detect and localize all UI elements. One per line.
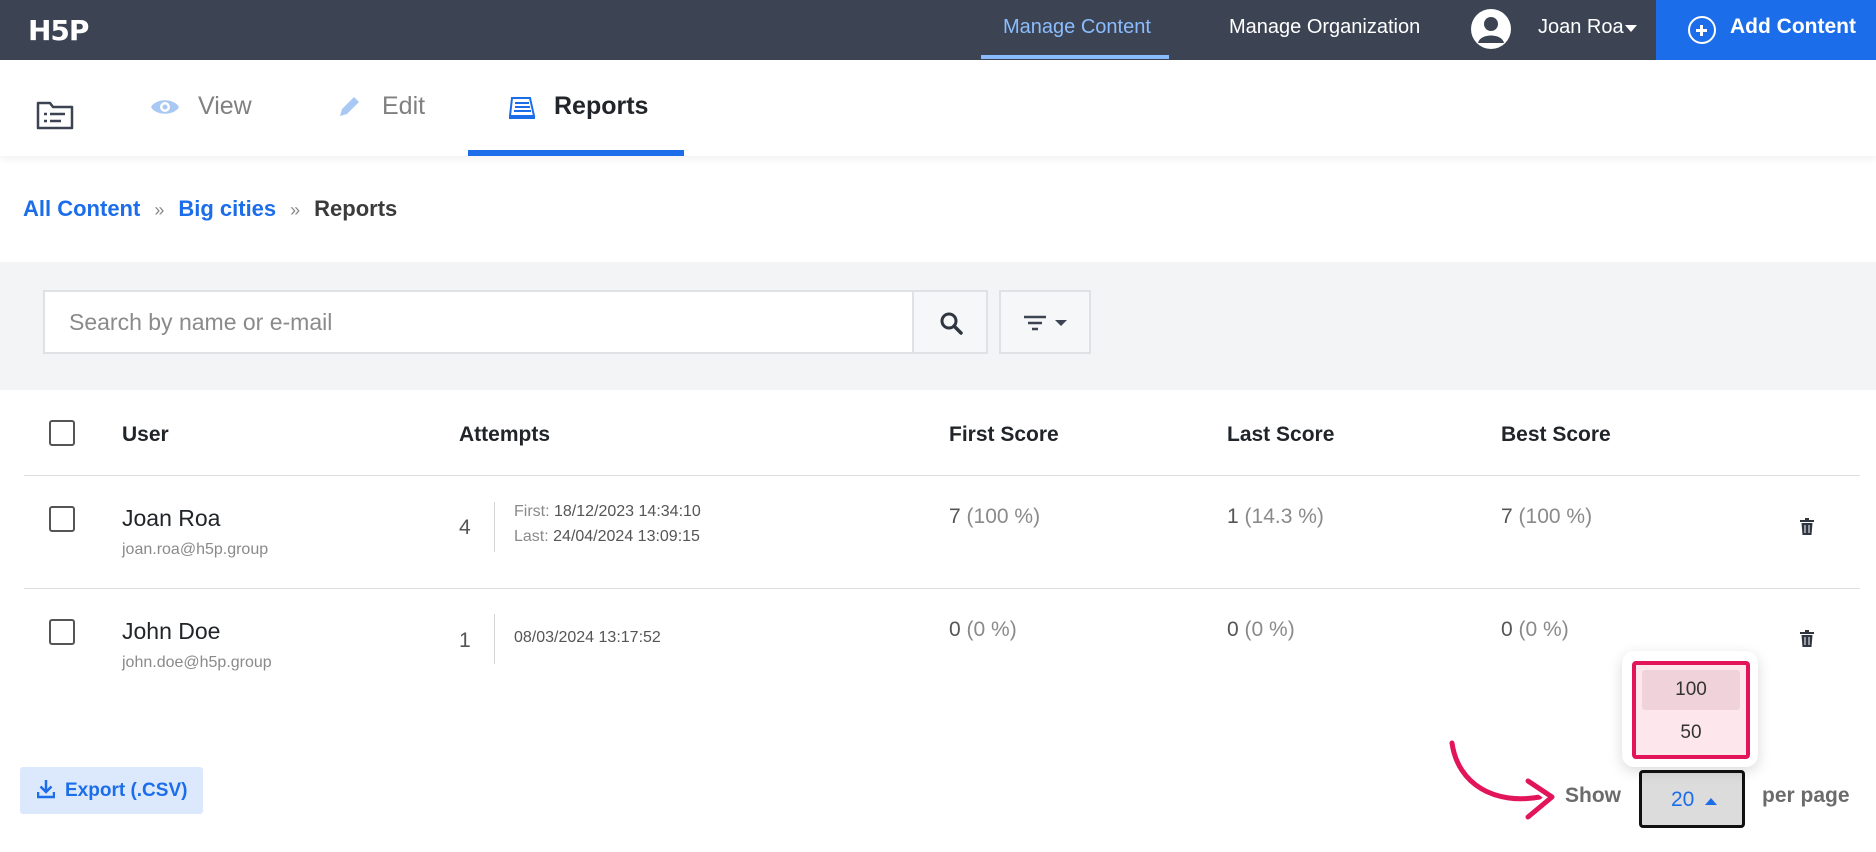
content-folder-icon[interactable] <box>36 98 74 130</box>
last-attempt-label: Last: <box>514 528 549 545</box>
user-name: John Doe <box>122 618 221 644</box>
row-checkbox[interactable] <box>49 619 75 645</box>
tab-active-indicator <box>468 150 684 156</box>
filter-button[interactable] <box>999 290 1091 354</box>
last-score-percent: (0 %) <box>1244 618 1295 641</box>
nav-active-indicator <box>981 55 1169 59</box>
last-attempt-date: Last: 24/04/2024 13:09:15 <box>514 528 700 546</box>
user-name: Joan Roa <box>122 505 221 531</box>
per-page-label: per page <box>1762 784 1850 807</box>
per-page-dropdown: 100 50 <box>1632 661 1750 759</box>
tab-reports-label: Reports <box>554 92 649 120</box>
breadcrumb-all-content[interactable]: All Content <box>23 196 140 221</box>
attempts-divider <box>494 502 495 552</box>
add-content-label: Add Content <box>1730 15 1856 38</box>
attempts-divider <box>494 614 495 664</box>
column-header-last-score: Last Score <box>1227 423 1335 446</box>
export-csv-label: Export (.CSV) <box>65 780 188 801</box>
per-page-option-50[interactable]: 50 <box>1642 713 1740 753</box>
best-score: 7 (100 %) <box>1501 505 1592 529</box>
per-page-select[interactable]: 20 <box>1639 770 1745 828</box>
trash-icon[interactable] <box>1800 518 1814 535</box>
plus-circle-icon <box>1688 16 1716 44</box>
row-divider <box>24 475 1860 476</box>
per-page-value: 20 <box>1671 788 1695 811</box>
caret-up-icon <box>1705 798 1717 805</box>
first-score-value: 0 <box>949 618 961 641</box>
first-score-percent: (100 %) <box>966 505 1041 528</box>
last-score-value: 0 <box>1227 618 1239 641</box>
tab-view[interactable]: View <box>150 60 270 156</box>
attempts-count: 1 <box>459 629 471 652</box>
nav-manage-content[interactable]: Manage Content <box>1003 0 1151 60</box>
avatar[interactable] <box>1471 9 1511 49</box>
per-page-option-100[interactable]: 100 <box>1642 670 1740 710</box>
first-attempt-label: First: <box>514 503 550 520</box>
tab-view-label: View <box>198 92 252 120</box>
search-input[interactable] <box>43 290 913 354</box>
row-divider <box>24 588 1860 589</box>
best-score-value: 0 <box>1501 618 1513 641</box>
user-email: john.doe@h5p.group <box>122 654 272 671</box>
first-attempt-value: 18/12/2023 14:34:10 <box>554 503 701 520</box>
breadcrumb-separator: » <box>290 200 301 220</box>
breadcrumb-big-cities[interactable]: Big cities <box>178 196 276 221</box>
select-all-checkbox[interactable] <box>49 420 75 446</box>
trash-icon[interactable] <box>1800 630 1814 647</box>
column-header-best-score: Best Score <box>1501 423 1611 446</box>
attempts-count: 4 <box>459 516 471 539</box>
row-checkbox[interactable] <box>49 506 75 532</box>
download-icon <box>37 780 55 799</box>
nav-manage-organization[interactable]: Manage Organization <box>1229 0 1420 60</box>
first-score: 7 (100 %) <box>949 505 1040 529</box>
last-score: 1 (14.3 %) <box>1227 505 1324 529</box>
user-menu-name[interactable]: Joan Roa <box>1538 0 1624 60</box>
callout-arrow-icon <box>1446 737 1558 823</box>
last-score: 0 (0 %) <box>1227 618 1295 642</box>
column-header-attempts: Attempts <box>459 423 551 446</box>
first-score-percent: (0 %) <box>966 618 1017 641</box>
best-score: 0 (0 %) <box>1501 618 1569 642</box>
reports-icon <box>508 97 536 119</box>
tab-reports[interactable]: Reports <box>508 60 658 156</box>
add-content-button[interactable]: Add Content <box>1656 0 1876 60</box>
export-csv-button[interactable]: Export (.CSV) <box>20 767 203 814</box>
breadcrumb-current: Reports <box>314 196 398 221</box>
first-attempt-date: First: 18/12/2023 14:34:10 <box>514 503 701 521</box>
tab-edit-label: Edit <box>382 92 426 120</box>
show-label: Show <box>1565 784 1621 807</box>
attempt-date: 08/03/2024 13:17:52 <box>514 629 661 646</box>
user-email: joan.roa@h5p.group <box>122 541 269 558</box>
h5p-logo[interactable]: H5P <box>28 14 89 47</box>
caret-down-icon[interactable] <box>1625 25 1637 32</box>
top-navbar: H5P Manage Content Manage Organization J… <box>0 0 1876 60</box>
content-tabbar: View Edit Reports <box>0 60 1876 156</box>
column-header-user: User <box>122 423 169 446</box>
search-button[interactable] <box>912 290 988 354</box>
first-score-value: 7 <box>949 505 961 528</box>
best-score-percent: (100 %) <box>1518 505 1593 528</box>
eye-icon <box>151 100 179 114</box>
last-attempt-value: 24/04/2024 13:09:15 <box>553 528 700 545</box>
breadcrumb-separator: » <box>154 200 165 220</box>
best-score-percent: (0 %) <box>1518 618 1569 641</box>
column-header-first-score: First Score <box>949 423 1059 446</box>
best-score-value: 7 <box>1501 505 1513 528</box>
last-score-value: 1 <box>1227 505 1239 528</box>
user-icon <box>1478 17 1504 43</box>
filter-icon <box>1024 315 1067 331</box>
pencil-icon <box>340 97 359 116</box>
last-score-percent: (14.3 %) <box>1244 505 1324 528</box>
tab-edit[interactable]: Edit <box>336 60 446 156</box>
breadcrumb: All Content » Big cities » Reports <box>23 196 397 222</box>
first-score: 0 (0 %) <box>949 618 1017 642</box>
search-icon <box>940 312 963 335</box>
